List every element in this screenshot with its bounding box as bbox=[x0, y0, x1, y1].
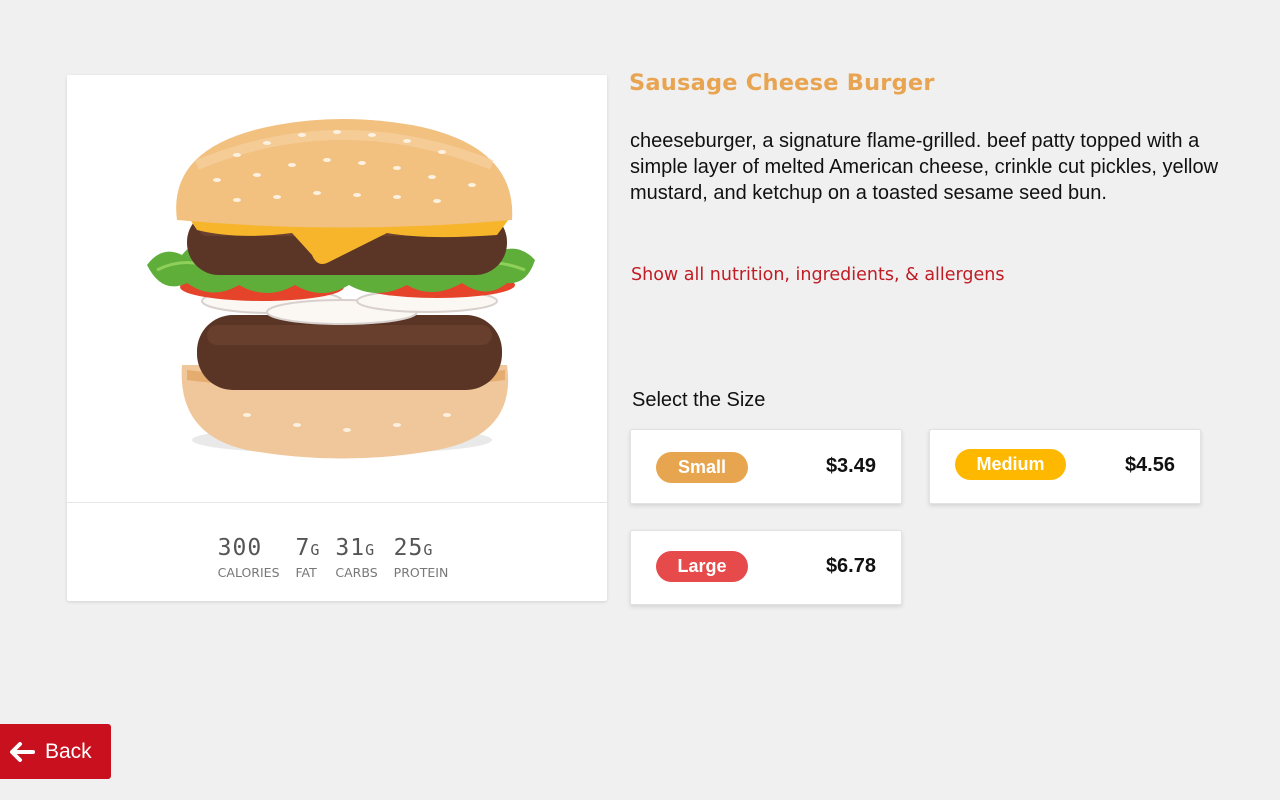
size-option-large[interactable]: Large $6.78 bbox=[630, 530, 902, 605]
burger-image bbox=[147, 119, 535, 459]
back-button[interactable]: Back bbox=[0, 724, 111, 779]
protein-unit: G bbox=[423, 541, 433, 559]
nutrition-fat: 7G FAT bbox=[296, 535, 320, 580]
nutrition-details-link[interactable]: Show all nutrition, ingredients, & aller… bbox=[631, 265, 1005, 285]
nutrition-protein: 25G PROTEIN bbox=[394, 535, 449, 580]
product-detail-page: 300 CALORIES 7G FAT 31G CARBS 25G PROTEI… bbox=[0, 0, 1280, 800]
carbs-label: CARBS bbox=[335, 565, 378, 580]
product-description: cheeseburger, a signature flame-grilled.… bbox=[630, 130, 1219, 204]
size-price-small: $3.49 bbox=[825, 455, 876, 477]
product-title: Sausage Cheese Burger bbox=[629, 70, 935, 96]
size-option-small[interactable]: Small $3.49 bbox=[630, 429, 902, 504]
size-price-large: $6.78 bbox=[825, 555, 876, 577]
fat-value: 7 bbox=[295, 535, 311, 561]
nutrition-carbs: 31G CARBS bbox=[335, 535, 377, 580]
protein-value: 25 bbox=[393, 535, 424, 561]
fat-unit: G bbox=[310, 541, 320, 559]
protein-label: PROTEIN bbox=[393, 565, 449, 580]
size-price-medium: $4.56 bbox=[1124, 454, 1175, 476]
calories-value: 300 bbox=[217, 535, 263, 561]
carbs-value: 31 bbox=[335, 535, 366, 561]
fat-label: FAT bbox=[295, 565, 317, 580]
carbs-unit: G bbox=[365, 541, 375, 559]
size-badge-small: Small bbox=[656, 452, 748, 483]
back-label: Back bbox=[45, 739, 92, 763]
nutrition-calories: 300 CALORIES bbox=[218, 535, 280, 580]
size-option-medium[interactable]: Medium $4.56 bbox=[929, 429, 1201, 504]
calories-label: CALORIES bbox=[217, 565, 280, 580]
size-badge-medium: Medium bbox=[955, 449, 1066, 480]
nutrition-summary: 300 CALORIES 7G FAT 31G CARBS 25G PROTEI… bbox=[67, 503, 607, 601]
product-card: 300 CALORIES 7G FAT 31G CARBS 25G PROTEI… bbox=[67, 75, 607, 601]
product-image-area bbox=[67, 75, 607, 503]
size-heading: Select the Size bbox=[632, 389, 766, 411]
size-badge-large: Large bbox=[656, 551, 748, 582]
arrow-left-icon bbox=[9, 741, 35, 762]
